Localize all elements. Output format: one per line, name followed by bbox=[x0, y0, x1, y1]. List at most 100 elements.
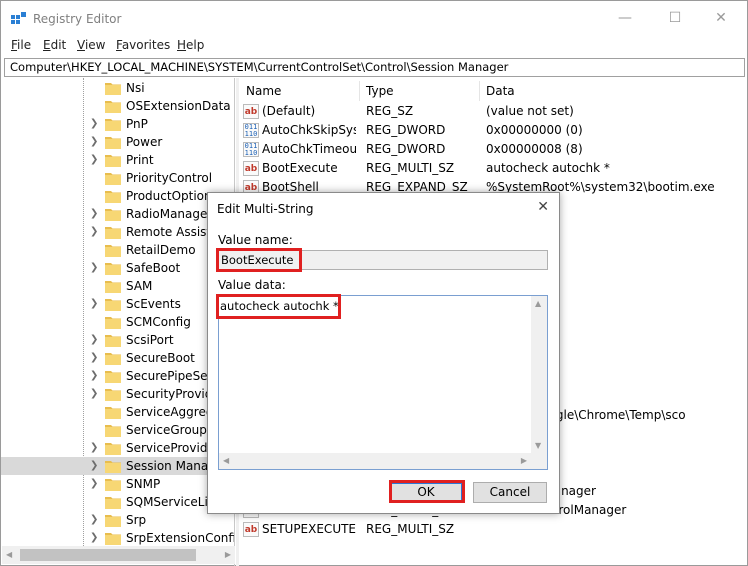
dialog-close-button[interactable]: ✕ bbox=[537, 199, 549, 215]
key-tree[interactable]: Nsi OSExtensionData ❯ PnP ❯ Power ❯ Print Priori… bbox=[1, 78, 235, 566]
tree-item[interactable]: ❯ SrpExtensionConfig bbox=[1, 529, 235, 547]
chevron-right-icon[interactable]: ❯ bbox=[90, 532, 100, 544]
chevron-right-icon[interactable]: ❯ bbox=[90, 136, 100, 148]
tree-item[interactable]: ❯ Session Manager bbox=[1, 457, 234, 475]
tree-item[interactable]: ❯ Srp bbox=[1, 511, 234, 529]
tree-item[interactable]: ❯ Print bbox=[1, 151, 234, 169]
folder-icon bbox=[105, 153, 121, 167]
chevron-right-icon[interactable]: ❯ bbox=[90, 514, 100, 526]
chevron-right-icon[interactable]: ❯ bbox=[90, 298, 100, 310]
menu-file[interactable]: File bbox=[11, 38, 31, 52]
folder-icon bbox=[105, 405, 121, 419]
menu-view[interactable]: View bbox=[77, 38, 105, 52]
column-data[interactable]: Data bbox=[486, 84, 515, 98]
tree-item[interactable]: ❯ RadioManagement bbox=[1, 205, 234, 223]
value-data: 0x00000000 (0) bbox=[486, 123, 583, 137]
scroll-right-icon[interactable]: ▶ bbox=[521, 456, 527, 465]
folder-icon bbox=[105, 531, 121, 545]
chevron-right-icon[interactable]: ❯ bbox=[90, 334, 100, 346]
folder-icon bbox=[105, 207, 121, 221]
folder-icon bbox=[105, 477, 121, 491]
tree-item[interactable]: ❯ Power bbox=[1, 133, 234, 151]
chevron-right-icon[interactable]: ❯ bbox=[90, 442, 100, 454]
chevron-right-icon[interactable]: ❯ bbox=[90, 352, 100, 364]
value-name-field[interactable]: BootExecute bbox=[218, 250, 548, 270]
textarea-horizontal-scrollbar[interactable]: ◀ ▶ bbox=[219, 453, 531, 469]
value-data-textarea[interactable]: autocheck autochk * ▲ ▼ ◀ ▶ bbox=[218, 295, 548, 470]
column-separator[interactable] bbox=[479, 81, 480, 101]
tree-item[interactable]: ❯ SafeBoot bbox=[1, 259, 234, 277]
tree-item[interactable]: SCMConfig bbox=[1, 313, 234, 331]
menu-favorites[interactable]: Favorites bbox=[116, 38, 170, 52]
tree-item-label: Nsi bbox=[126, 81, 145, 95]
close-button[interactable]: ✕ bbox=[697, 1, 745, 35]
chevron-right-icon[interactable]: ❯ bbox=[90, 388, 100, 400]
folder-icon bbox=[105, 351, 121, 365]
menu-bar: File Edit View Favorites Help bbox=[1, 36, 747, 56]
tree-item[interactable]: ❯ SecurePipeServers bbox=[1, 367, 234, 385]
tree-item[interactable]: ❯ SecureBoot bbox=[1, 349, 234, 367]
folder-icon bbox=[105, 513, 121, 527]
list-row[interactable]: ab BootExecute REG_MULTI_SZ autocheck autoc… bbox=[239, 159, 747, 178]
tree-item-label: ScsiPort bbox=[126, 333, 174, 347]
tree-item[interactable]: PriorityControl bbox=[1, 169, 234, 187]
list-row[interactable]: 011110AutoChkSkipSystemPartition REG_DWOR… bbox=[239, 121, 747, 140]
column-name[interactable]: Name bbox=[246, 84, 281, 98]
folder-icon bbox=[105, 189, 121, 203]
scroll-right-icon[interactable]: ▶ bbox=[225, 550, 231, 559]
tree-item[interactable]: ❯ SNMP bbox=[1, 475, 234, 493]
folder-icon bbox=[105, 171, 121, 185]
tree-item[interactable]: ❯ Remote Assistance bbox=[1, 223, 234, 241]
tree-item[interactable]: ❯ ScsiPort bbox=[1, 331, 234, 349]
tree-horizontal-scrollbar[interactable]: ◀ ▶ bbox=[2, 546, 235, 564]
chevron-right-icon[interactable]: ❯ bbox=[90, 370, 100, 382]
chevron-right-icon[interactable]: ❯ bbox=[90, 262, 100, 274]
tree-item[interactable]: ❯ ServiceProvider bbox=[1, 439, 234, 457]
tree-item-label: SQMServiceList bbox=[126, 495, 219, 509]
chevron-right-icon[interactable]: ❯ bbox=[90, 226, 100, 238]
tree-item[interactable]: ❯ ScEvents bbox=[1, 295, 234, 313]
column-separator[interactable] bbox=[359, 81, 360, 101]
maximize-button[interactable]: ☐ bbox=[651, 1, 699, 35]
binary-value-icon: 011110 bbox=[243, 123, 259, 138]
folder-icon bbox=[105, 297, 121, 311]
value-data: 0x00000008 (8) bbox=[486, 142, 583, 156]
chevron-right-icon[interactable]: ❯ bbox=[90, 154, 100, 166]
list-row[interactable]: 011 110 AutoChkTimeout REG_DWORD 0x00000008 … bbox=[239, 140, 747, 159]
tree-item[interactable]: Nsi bbox=[1, 79, 234, 97]
chevron-right-icon[interactable]: ❯ bbox=[90, 478, 100, 490]
scroll-up-icon[interactable]: ▲ bbox=[535, 299, 541, 308]
scroll-down-icon[interactable]: ▼ bbox=[535, 441, 541, 450]
tree-item[interactable]: OSExtensionData bbox=[1, 97, 234, 115]
tree-item[interactable]: ❯ SecurityProviders bbox=[1, 385, 234, 403]
chevron-right-icon[interactable]: ❯ bbox=[90, 460, 100, 472]
menu-help[interactable]: Help bbox=[177, 38, 204, 52]
address-bar[interactable]: Computer\HKEY_LOCAL_MACHINE\SYSTEM\Curre… bbox=[4, 58, 745, 77]
tree-item[interactable]: ServiceGroupOrder bbox=[1, 421, 234, 439]
list-header: Name Type Data bbox=[239, 81, 747, 101]
textarea-vertical-scrollbar[interactable]: ▲ ▼ bbox=[531, 296, 547, 453]
tree-item[interactable]: ❯ PnP bbox=[1, 115, 234, 133]
tree-item-label: SrpExtensionConfig bbox=[126, 531, 235, 545]
tree-item[interactable]: ProductOptions bbox=[1, 187, 234, 205]
column-type[interactable]: Type bbox=[366, 84, 394, 98]
tree-item[interactable]: ServiceAggregatedEvents bbox=[1, 403, 234, 421]
scroll-thumb[interactable] bbox=[20, 549, 196, 561]
menu-edit[interactable]: Edit bbox=[43, 38, 66, 52]
cancel-button[interactable]: Cancel bbox=[473, 482, 547, 503]
value-name: BootExecute bbox=[262, 161, 338, 175]
list-row[interactable]: ab (Default) REG_SZ (value not set) bbox=[239, 102, 747, 121]
tree-item[interactable]: SQMServiceList bbox=[1, 493, 234, 511]
minimize-button[interactable]: — bbox=[601, 1, 649, 35]
value-type: REG_DWORD bbox=[366, 142, 446, 156]
scroll-left-icon[interactable]: ◀ bbox=[6, 550, 12, 559]
scroll-left-icon[interactable]: ◀ bbox=[223, 456, 229, 465]
tree-item[interactable]: RetailDemo bbox=[1, 241, 234, 259]
folder-icon bbox=[105, 243, 121, 257]
list-row[interactable]: ab SETUPEXECUTE REG_MULTI_SZ bbox=[239, 520, 747, 539]
ok-button[interactable]: OK bbox=[389, 482, 463, 503]
folder-icon bbox=[105, 495, 121, 509]
tree-item[interactable]: SAM bbox=[1, 277, 234, 295]
chevron-right-icon[interactable]: ❯ bbox=[90, 208, 100, 220]
chevron-right-icon[interactable]: ❯ bbox=[90, 118, 100, 130]
